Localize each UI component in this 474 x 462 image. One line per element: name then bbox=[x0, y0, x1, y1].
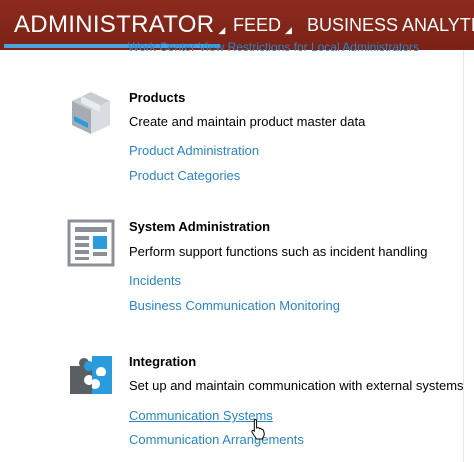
link-communication-arrangements[interactable]: Communication Arrangements bbox=[129, 432, 304, 447]
link-incidents[interactable]: Incidents bbox=[129, 273, 181, 288]
product-box-icon bbox=[72, 92, 110, 134]
link-product-categories[interactable]: Product Categories bbox=[129, 168, 240, 183]
link-product-administration[interactable]: Product Administration bbox=[129, 143, 259, 158]
section-description-system-administration: Perform support functions such as incide… bbox=[129, 244, 428, 259]
section-title-integration: Integration bbox=[129, 354, 197, 369]
dropdown-triangle-icon[interactable]: ◢ bbox=[218, 25, 225, 36]
puzzle-icon bbox=[70, 356, 112, 394]
section-title-system-administration: System Administration bbox=[129, 219, 271, 234]
dropdown-triangle-icon[interactable]: ◢ bbox=[285, 25, 292, 36]
tab-feed-label: FEED bbox=[233, 14, 282, 35]
obscured-link-text[interactable]: Work Center View Restrictions for Local … bbox=[128, 40, 468, 54]
section-description-integration: Set up and maintain communication with e… bbox=[129, 378, 464, 393]
hand-cursor-icon bbox=[251, 418, 265, 440]
section-description-products: Create and maintain product master data bbox=[129, 114, 366, 129]
system-admin-icon bbox=[67, 219, 115, 267]
section-title-products: Products bbox=[129, 90, 186, 105]
tab-administrator-label: ADMINISTRATOR bbox=[14, 11, 215, 38]
content-right-border bbox=[463, 50, 464, 462]
link-business-communication-monitoring[interactable]: Business Communication Monitoring bbox=[129, 298, 340, 313]
tab-business-analytics-label: BUSINESS ANALYTIC bbox=[307, 14, 474, 35]
